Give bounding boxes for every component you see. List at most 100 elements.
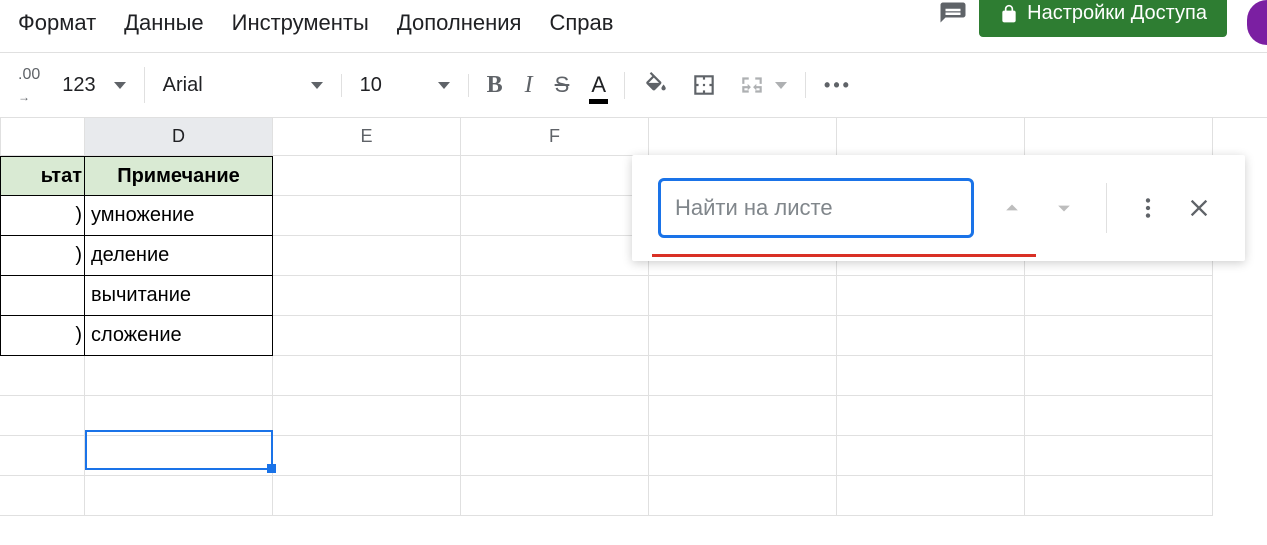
find-next-button[interactable]: [1050, 194, 1078, 222]
cell[interactable]: [649, 316, 837, 356]
cell[interactable]: [461, 276, 649, 316]
toolbar: .00 → 123 Arial 10 B I S A: [0, 53, 1267, 117]
cell[interactable]: [0, 436, 85, 476]
col-header-e[interactable]: E: [273, 118, 461, 156]
column-headers: D E F: [0, 118, 1267, 156]
col-header-f[interactable]: F: [461, 118, 649, 156]
arrow-right-icon: →: [18, 91, 30, 103]
cell[interactable]: [649, 476, 837, 516]
table-row: [0, 476, 1267, 516]
cell[interactable]: [85, 476, 273, 516]
cell[interactable]: [1025, 276, 1213, 316]
cell[interactable]: [85, 436, 273, 476]
cell[interactable]: [461, 476, 649, 516]
cell[interactable]: [1025, 476, 1213, 516]
col-header-d[interactable]: D: [85, 118, 273, 156]
cell[interactable]: [0, 276, 85, 316]
cell[interactable]: [837, 396, 1025, 436]
cell[interactable]: ): [0, 196, 85, 236]
cell[interactable]: [1025, 356, 1213, 396]
strikethrough-button[interactable]: S: [555, 72, 570, 98]
cell[interactable]: [461, 196, 649, 236]
bold-button[interactable]: B: [487, 72, 503, 99]
cell[interactable]: [273, 396, 461, 436]
cell[interactable]: сложение: [85, 316, 273, 356]
col-header-g[interactable]: [649, 118, 837, 156]
cell[interactable]: [649, 396, 837, 436]
table-row: [0, 356, 1267, 396]
find-prev-button[interactable]: [998, 194, 1026, 222]
find-more-options-button[interactable]: [1135, 195, 1161, 221]
cell[interactable]: [273, 156, 461, 196]
cell[interactable]: деление: [85, 236, 273, 276]
cell[interactable]: [461, 436, 649, 476]
cell[interactable]: [273, 196, 461, 236]
cell[interactable]: [461, 396, 649, 436]
cell[interactable]: [1025, 436, 1213, 476]
cell[interactable]: [649, 276, 837, 316]
cell[interactable]: [461, 316, 649, 356]
cell[interactable]: [0, 476, 85, 516]
fontsize-label: 10: [360, 74, 382, 97]
cell[interactable]: [273, 316, 461, 356]
cell[interactable]: [837, 476, 1025, 516]
share-button[interactable]: Настройки Доступа: [979, 0, 1227, 37]
cell[interactable]: [837, 276, 1025, 316]
numfmt-label: 123: [62, 74, 95, 97]
cell[interactable]: вычитание: [85, 276, 273, 316]
col-header-h[interactable]: [837, 118, 1025, 156]
cell[interactable]: [85, 356, 273, 396]
font-size-dropdown[interactable]: 10: [360, 74, 450, 97]
menu-format[interactable]: Формат: [18, 10, 96, 36]
number-format-dropdown[interactable]: 123: [62, 74, 125, 97]
cell[interactable]: [461, 236, 649, 276]
cell[interactable]: [649, 356, 837, 396]
cell[interactable]: умножение: [85, 196, 273, 236]
cell[interactable]: ): [0, 316, 85, 356]
menu-tools[interactable]: Инструменты: [232, 10, 369, 36]
text-color-button[interactable]: A: [591, 72, 606, 98]
cell[interactable]: [837, 436, 1025, 476]
cell[interactable]: ): [0, 236, 85, 276]
increase-decimal-button[interactable]: .00 →: [18, 67, 40, 103]
cell[interactable]: [1025, 316, 1213, 356]
fill-color-button[interactable]: [643, 72, 669, 98]
cell[interactable]: [1025, 396, 1213, 436]
chevron-down-icon: [114, 82, 126, 89]
col-header-i[interactable]: [1025, 118, 1213, 156]
italic-button[interactable]: I: [525, 72, 533, 99]
cell[interactable]: [837, 316, 1025, 356]
borders-button[interactable]: [691, 72, 717, 98]
cell[interactable]: [0, 356, 85, 396]
more-toolbar-button[interactable]: •••: [824, 75, 852, 96]
header-cell-result[interactable]: ьтат: [0, 156, 85, 196]
menu-data[interactable]: Данные: [124, 10, 203, 36]
cell[interactable]: [273, 276, 461, 316]
cell[interactable]: [273, 236, 461, 276]
cell[interactable]: [0, 396, 85, 436]
find-input[interactable]: [658, 178, 974, 238]
cell[interactable]: [461, 156, 649, 196]
comments-button[interactable]: [929, 0, 977, 30]
merge-cells-button[interactable]: [739, 72, 787, 98]
share-label: Настройки Доступа: [1027, 2, 1207, 25]
cell[interactable]: [273, 436, 461, 476]
font-label: Arial: [163, 74, 203, 97]
find-close-button[interactable]: [1185, 194, 1213, 222]
cell[interactable]: [273, 476, 461, 516]
menu-help[interactable]: Справ: [549, 10, 613, 36]
cell[interactable]: [273, 356, 461, 396]
find-in-sheet-bar: [632, 155, 1245, 261]
header-cell-note[interactable]: Примечание: [85, 156, 273, 196]
cell[interactable]: [461, 356, 649, 396]
cell[interactable]: [837, 356, 1025, 396]
chevron-down-icon: [775, 82, 787, 89]
col-header-c[interactable]: [0, 118, 85, 156]
cell[interactable]: [85, 396, 273, 436]
table-row: [0, 436, 1267, 476]
cell[interactable]: [649, 436, 837, 476]
chevron-down-icon: [438, 82, 450, 89]
font-family-dropdown[interactable]: Arial: [163, 74, 323, 97]
menu-addons[interactable]: Дополнения: [397, 10, 522, 36]
chevron-down-icon: [311, 82, 323, 89]
